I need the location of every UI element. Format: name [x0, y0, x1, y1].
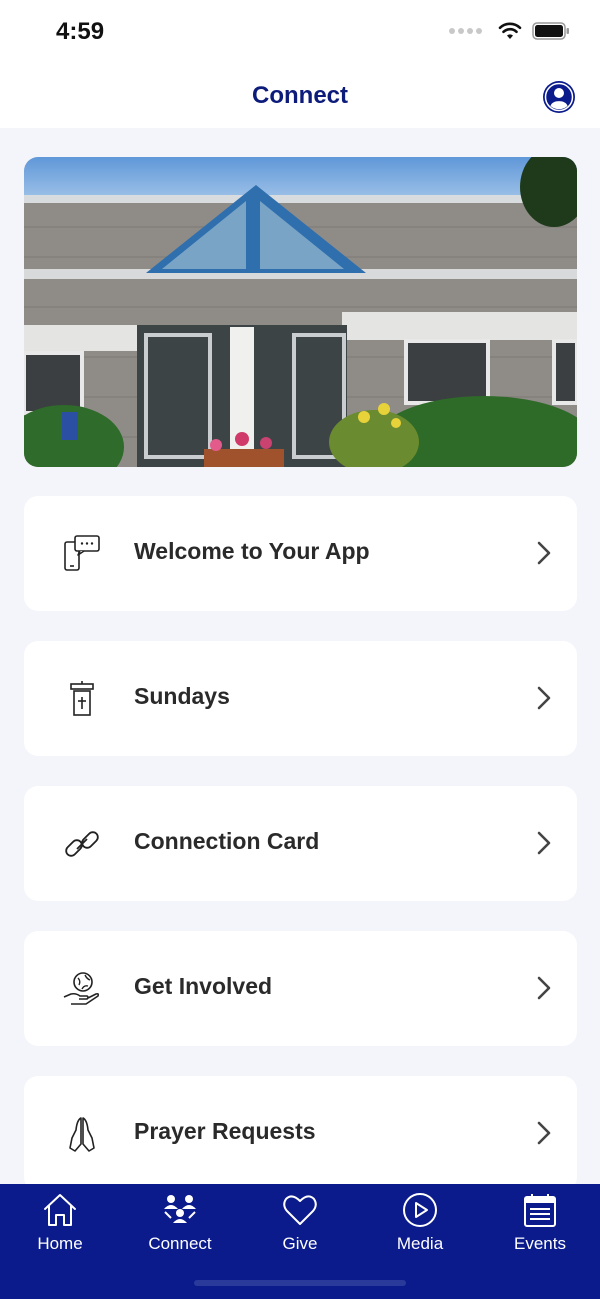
house-icon — [44, 1194, 76, 1226]
chevron-right-icon — [537, 976, 551, 1000]
menu-item-label: Sundays — [134, 683, 230, 709]
chevron-right-icon — [537, 541, 551, 565]
phone-chat-icon — [64, 535, 100, 571]
wifi-icon — [498, 22, 522, 39]
status-icons — [449, 22, 570, 40]
tab-connect[interactable]: Connect — [120, 1184, 240, 1264]
chevron-right-icon — [537, 831, 551, 855]
page-title: Connect — [252, 82, 348, 109]
menu-item-label: Welcome to Your App — [134, 538, 370, 564]
home-indicator — [194, 1280, 406, 1286]
profile-button[interactable] — [542, 80, 576, 114]
hand-globe-icon — [63, 972, 100, 1005]
praying-hands-icon — [69, 1117, 95, 1152]
tab-label: Home — [37, 1234, 83, 1253]
play-circle-icon — [403, 1193, 437, 1227]
menu-item-get-involved[interactable]: Get Involved — [24, 931, 577, 1046]
menu-item-connection-card[interactable]: Connection Card — [24, 786, 577, 901]
calendar-icon — [524, 1194, 556, 1227]
battery-icon — [532, 22, 569, 40]
status-bar: 4:59 — [0, 0, 600, 64]
signal-icon — [449, 28, 482, 34]
person-circle-icon — [543, 81, 575, 113]
tab-label: Media — [396, 1234, 444, 1253]
heart-icon — [283, 1195, 317, 1225]
hero-image — [24, 157, 577, 467]
chevron-right-icon — [537, 686, 551, 710]
menu-item-prayer-requests[interactable]: Prayer Requests — [24, 1076, 577, 1191]
tab-label: Give — [282, 1234, 318, 1253]
chevron-right-icon — [537, 1121, 551, 1145]
menu-item-label: Get Involved — [134, 973, 273, 999]
link-icon — [65, 831, 99, 857]
menu-item-label: Prayer Requests — [134, 1118, 316, 1144]
header: Connect — [0, 64, 600, 128]
tab-label: Connect — [148, 1234, 212, 1253]
menu-item-welcome[interactable]: Welcome to Your App — [24, 496, 577, 611]
tab-media[interactable]: Media — [360, 1184, 480, 1264]
tab-give[interactable]: Give — [240, 1184, 360, 1264]
menu-item-label: Connection Card — [134, 828, 320, 854]
tab-label: Events — [514, 1234, 566, 1253]
menu-item-sundays[interactable]: Sundays — [24, 641, 577, 756]
tab-events[interactable]: Events — [480, 1184, 600, 1264]
status-time: 4:59 — [56, 18, 105, 45]
tab-home[interactable]: Home — [0, 1184, 120, 1264]
people-icon — [164, 1195, 196, 1223]
pulpit-icon — [70, 681, 94, 716]
church-building-photo — [24, 157, 577, 467]
